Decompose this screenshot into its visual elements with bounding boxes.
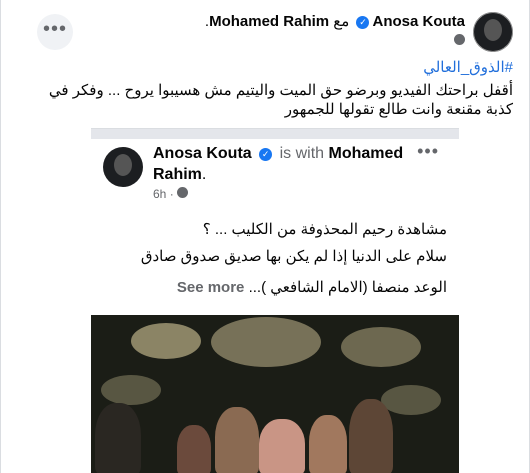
person-silhouette — [259, 419, 305, 473]
shared-divider — [91, 129, 459, 139]
hashtag-link[interactable]: #الذوق_العالي — [17, 58, 513, 77]
shared-photo[interactable] — [91, 315, 459, 473]
is-with-text: is with — [279, 145, 325, 162]
person-silhouette — [215, 407, 259, 473]
shared-author-name[interactable]: Anosa Kouta — [153, 145, 252, 162]
string-lights — [131, 323, 201, 359]
post-header: Anosa Kouta✓ مع Mohamed Rahim. — [204, 13, 465, 30]
with-word: مع — [333, 13, 350, 30]
post-meta — [454, 34, 465, 48]
string-lights — [341, 327, 421, 367]
post-text-line2: كذبة مقنعة وانت طالع تقولها للجمهور — [284, 101, 513, 118]
globe-icon — [177, 187, 189, 198]
post-options-button[interactable]: ••• — [37, 14, 73, 50]
shared-post[interactable]: Anosa Kouta ✓ is with Mohamed Rahim. 6h … — [91, 128, 459, 473]
person-silhouette — [309, 415, 347, 473]
globe-icon[interactable] — [454, 34, 465, 45]
shared-meta: 6h · — [153, 187, 189, 201]
string-lights — [211, 317, 321, 367]
person-silhouette — [177, 425, 211, 473]
author-avatar[interactable] — [473, 12, 513, 52]
verified-icon: ✓ — [356, 16, 370, 29]
see-more-link[interactable]: See more — [177, 279, 245, 296]
shared-time[interactable]: 6h — [153, 187, 166, 201]
shared-author-avatar[interactable] — [103, 147, 143, 187]
post-text-line1: أقفل براحتك الفيديو وبرضو حق الميت واليت… — [48, 82, 513, 99]
tagged-name[interactable]: Mohamed Rahim — [209, 13, 329, 30]
person-silhouette — [349, 399, 393, 473]
string-lights — [381, 385, 441, 415]
shared-text-line3-body: الوعد منصفا (الامام الشافعي )... — [248, 279, 447, 296]
person-silhouette — [95, 403, 141, 473]
shared-text-line1: مشاهدة رحيم المحذوفة من الكليب ... ؟ — [202, 221, 447, 238]
shared-text-line3: الوعد منصفا (الامام الشافعي )... See mor… — [103, 275, 447, 301]
more-horizontal-icon: ••• — [42, 18, 67, 40]
verified-icon: ✓ — [259, 148, 273, 161]
string-lights — [101, 375, 161, 405]
more-horizontal-icon[interactable]: ••• — [417, 141, 439, 162]
post-card: ••• Anosa Kouta✓ مع Mohamed Rahim. #الذو… — [0, 0, 530, 473]
shared-header: Anosa Kouta ✓ is with Mohamed Rahim. — [153, 145, 404, 183]
shared-text-line2: سلام على الدنيا إذا لم يكن بها صديق صدوق… — [140, 248, 447, 265]
avatar-ring — [473, 12, 513, 52]
author-name[interactable]: Anosa Kouta — [372, 13, 465, 30]
avatar-face — [114, 154, 132, 176]
